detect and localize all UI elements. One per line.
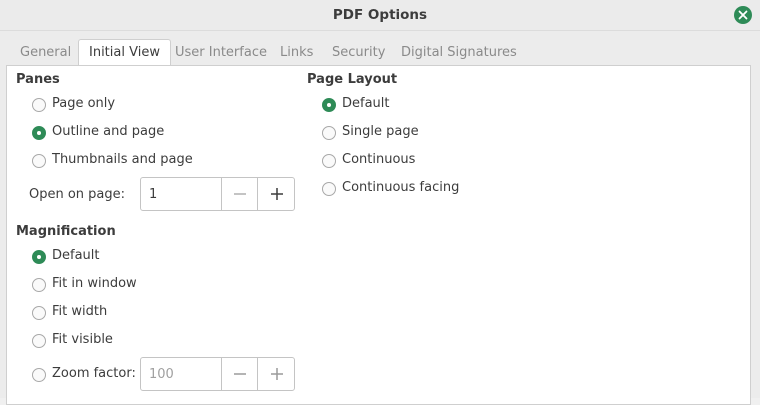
radio-label: Zoom factor: bbox=[52, 366, 136, 381]
radio-label: Thumbnails and page bbox=[52, 152, 193, 167]
minus-icon bbox=[234, 373, 246, 375]
close-icon bbox=[738, 10, 748, 20]
radio-label: Continuous facing bbox=[342, 180, 460, 195]
zoom-factor-spinner bbox=[140, 357, 295, 391]
radio-button[interactable] bbox=[32, 98, 46, 112]
close-button[interactable] bbox=[734, 6, 752, 24]
radio-button[interactable] bbox=[322, 154, 336, 168]
tab-security[interactable]: Security bbox=[332, 40, 385, 66]
radio-button[interactable] bbox=[32, 154, 46, 168]
page-layout-heading: Page Layout bbox=[307, 72, 398, 87]
radio-button[interactable] bbox=[32, 278, 46, 292]
radio-label: Default bbox=[52, 248, 100, 263]
open-on-page-decrement-button[interactable] bbox=[222, 178, 258, 210]
magnification-heading: Magnification bbox=[16, 224, 116, 239]
radio-button[interactable] bbox=[32, 306, 46, 320]
pdf-options-dialog: PDF Options General Initial View User In… bbox=[0, 0, 760, 405]
tab-user-interface[interactable]: User Interface bbox=[175, 40, 267, 66]
open-on-page-increment-button[interactable] bbox=[259, 178, 295, 210]
radio-label: Fit in window bbox=[52, 276, 137, 291]
radio-button[interactable] bbox=[32, 250, 46, 264]
plus-icon bbox=[271, 188, 283, 200]
radio-label: Outline and page bbox=[52, 124, 165, 139]
zoom-factor-decrement-button[interactable] bbox=[222, 358, 258, 390]
radio-button[interactable] bbox=[32, 126, 46, 140]
tab-digital-signatures[interactable]: Digital Signatures bbox=[401, 40, 517, 66]
plus-icon bbox=[271, 368, 283, 380]
radio-label: Fit visible bbox=[52, 332, 113, 347]
radio-label: Continuous bbox=[342, 152, 416, 167]
radio-button[interactable] bbox=[32, 368, 46, 382]
radio-button[interactable] bbox=[32, 334, 46, 348]
dialog-title: PDF Options bbox=[332, 7, 428, 23]
radio-button[interactable] bbox=[322, 126, 336, 140]
open-on-page-input[interactable] bbox=[141, 178, 222, 210]
minus-icon bbox=[234, 193, 246, 195]
radio-label: Fit width bbox=[52, 304, 108, 319]
tab-general[interactable]: General bbox=[20, 40, 71, 66]
radio-label: Default bbox=[342, 96, 390, 111]
radio-label: Page only bbox=[52, 96, 116, 111]
open-on-page-spinner bbox=[140, 177, 295, 211]
radio-button[interactable] bbox=[322, 98, 336, 112]
tab-initial-view[interactable]: Initial View bbox=[78, 39, 171, 66]
tab-links[interactable]: Links bbox=[280, 40, 313, 66]
radio-label: Single page bbox=[342, 124, 419, 139]
open-on-page-label: Open on page: bbox=[29, 187, 126, 202]
panes-heading: Panes bbox=[16, 72, 60, 87]
radio-button[interactable] bbox=[322, 182, 336, 196]
zoom-factor-increment-button[interactable] bbox=[259, 358, 295, 390]
title-bar: PDF Options bbox=[0, 0, 760, 31]
zoom-factor-input[interactable] bbox=[141, 358, 222, 390]
initial-view-panel: Panes Page only Outline and page Thumbna… bbox=[6, 65, 751, 405]
